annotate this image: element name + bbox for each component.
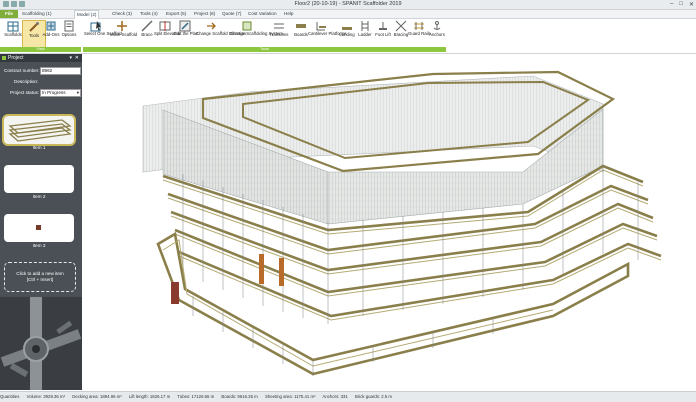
boards-icon — [296, 24, 306, 28]
options-button[interactable]: Options — [58, 20, 80, 46]
3d-model-viewport[interactable] — [83, 54, 696, 390]
add-ons-icon — [46, 21, 56, 31]
ladder-icon — [361, 21, 369, 31]
select-one-scaffold-label: Select One Scaffold — [84, 31, 122, 36]
maximize-icon[interactable]: □ — [679, 1, 683, 8]
item-1-label: Item 1 — [32, 145, 46, 150]
tab-cost-variation[interactable]: Cost Variation — [248, 10, 277, 18]
options-label: Options — [61, 32, 77, 37]
cantilever-platforms-button[interactable]: Cantilever Platforms — [308, 20, 347, 46]
close-icon[interactable]: ✕ — [689, 1, 694, 8]
anchors-label: Anchors — [429, 32, 445, 37]
anchors-button[interactable]: Anchors — [426, 20, 448, 46]
status-volume: Volume: 3928.36 m³ — [26, 394, 66, 399]
status-anchors: Anchors: 331 — [322, 394, 348, 399]
scaffold-icon — [7, 21, 19, 32]
window-title: Floor2 (20-10-19) - SPANIT Scaffolder 20… — [294, 1, 402, 7]
status-sheeting-area: Sheeting area: 1175.41 m² — [264, 394, 316, 399]
move-scaffold-button[interactable]: Move Scaffold — [110, 20, 138, 46]
tab-project[interactable]: Project (6) — [194, 10, 215, 18]
ribbon: Scaffolds Tools Add-Ons Options Select O… — [0, 19, 696, 54]
item-thumbnail-1[interactable] — [2, 114, 76, 146]
bracing-icon — [395, 20, 407, 32]
contract-number-label: Contract number: — [4, 68, 40, 73]
scaffold-3d-model — [142, 70, 662, 376]
tab-quote[interactable]: Quote (7) — [222, 10, 241, 18]
transoms-button[interactable]: Transoms — [268, 20, 290, 46]
ribbon-group-view: View — [0, 47, 81, 52]
scaffold-thumbnail-icon — [4, 116, 74, 144]
project-panel: Project ▾ ✕ Contract number: 8962 Descri… — [0, 54, 82, 390]
edit-plan-button[interactable]: Edit the Plan — [174, 20, 199, 46]
select-one-scaffold-button[interactable]: Select One Scaffold — [84, 20, 122, 46]
cantilever-platforms-label: Cantilever Platforms — [308, 31, 347, 36]
anchor-icon — [433, 21, 441, 30]
item-2-label: Item 2 — [32, 194, 46, 199]
status-lift-length: Lift length: 1826.17 m — [128, 394, 171, 399]
close-icon[interactable]: ✕ — [75, 54, 79, 62]
change-scaffolding-system-button[interactable]: Change Scaffolding System — [230, 20, 283, 46]
transoms-icon — [274, 23, 284, 29]
edit-plan-label: Edit the Plan — [174, 31, 199, 36]
change-scaffold-direction-label: Change Scaffold Direction — [196, 31, 246, 36]
project-panel-title: Project — [8, 55, 24, 61]
split-elevation-label: Split Elevation — [154, 31, 182, 36]
scaffolds-button[interactable]: Scaffolds — [2, 20, 24, 46]
chevron-down-icon: ▾ — [76, 90, 79, 95]
add-new-item-button[interactable]: Click to add a new item [Ctrl + Insert] — [4, 262, 76, 292]
landing-icon — [342, 27, 352, 30]
contract-number-field[interactable]: 8962 — [40, 67, 81, 75]
tab-tools[interactable]: Tools (4) — [140, 10, 158, 18]
tab-export[interactable]: Export (5) — [166, 10, 186, 18]
status-quantities[interactable]: Quantities — [0, 394, 19, 399]
tools-icon — [29, 22, 39, 32]
item-3-label: Item 3 — [32, 243, 46, 248]
change-scaffolding-system-label: Change Scaffolding System — [230, 31, 283, 36]
status-bar: Quantities Volume: 3928.36 m³ Decking ar… — [0, 391, 696, 402]
tab-model[interactable]: Model (2) — [74, 10, 100, 19]
transoms-label: Transoms — [269, 32, 289, 37]
project-status-select[interactable]: In Progress ▾ — [40, 89, 81, 97]
project-icon — [2, 56, 6, 60]
item-3-thumbnail-icon — [36, 225, 41, 230]
scaffolds-label: Scaffolds — [4, 32, 22, 37]
scaffold-coupler-photo — [0, 297, 82, 390]
status-boards: Boards: 9616.35 m — [221, 394, 258, 399]
add-item-shortcut: [Ctrl + Insert] — [26, 277, 54, 282]
status-tubes: Tubes: 17126.66 m — [177, 394, 215, 399]
pin-icon[interactable]: ▾ — [69, 54, 72, 62]
tab-help[interactable]: Help — [284, 10, 293, 18]
brace-icon — [141, 20, 153, 32]
title-bar: Floor2 (20-10-19) - SPANIT Scaffolder 20… — [0, 0, 696, 10]
coupler-image-icon — [0, 297, 82, 390]
tab-file[interactable]: File — [0, 10, 18, 18]
status-decking-area: Decking area: 1894.96 m² — [72, 394, 122, 399]
move-scaffold-label: Move Scaffold — [110, 32, 138, 37]
options-icon — [64, 20, 74, 32]
item-thumbnail-3[interactable] — [4, 214, 74, 242]
project-status-label: Project status: — [10, 90, 40, 95]
item-thumbnail-2[interactable] — [4, 165, 74, 193]
minimize-icon[interactable]: – — [670, 1, 673, 8]
tab-check[interactable]: Check (3) — [112, 10, 132, 18]
project-status-value: In Progress — [42, 90, 66, 95]
ribbon-tabs: File Scaffolding (1) Model (2) Check (3)… — [0, 10, 696, 19]
description-label: Description: — [14, 79, 39, 84]
ribbon-group-tools: Tools — [83, 47, 446, 52]
project-panel-header: Project ▾ ✕ — [0, 54, 82, 62]
change-scaffold-direction-button[interactable]: Change Scaffold Direction — [196, 20, 246, 46]
status-brick-guards: Brick guards: 2.5 m — [355, 394, 393, 399]
move-icon — [117, 21, 127, 31]
split-elevation-button[interactable]: Split Elevation — [154, 20, 182, 46]
foot-lift-icon — [379, 22, 387, 30]
tab-scaffolding[interactable]: Scaffolding (1) — [22, 10, 52, 18]
